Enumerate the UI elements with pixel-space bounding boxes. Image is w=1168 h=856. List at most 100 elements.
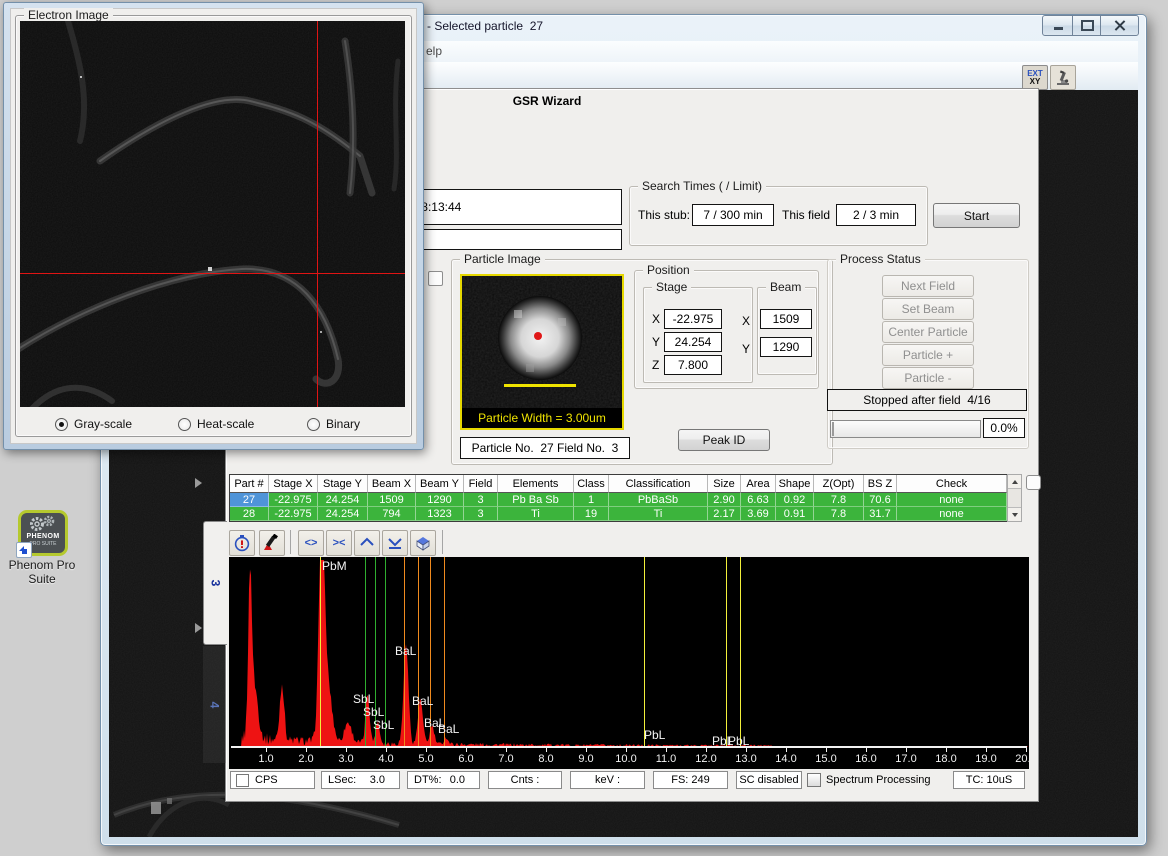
column-header[interactable]: Size <box>708 475 741 493</box>
beam-x-field: 1509 <box>760 309 812 329</box>
close-button[interactable] <box>1100 15 1139 36</box>
table-cell[interactable]: 7.8 <box>814 507 864 521</box>
table-cell[interactable]: 3.69 <box>741 507 776 521</box>
particle-table[interactable]: Part #Stage XStage YBeam XBeam YFieldEle… <box>229 474 1008 522</box>
expand-horizontal-button[interactable]: <> <box>298 530 324 556</box>
phenom-icon-subtext: PRO SUITE <box>30 541 57 547</box>
start-button[interactable]: Start <box>933 203 1020 228</box>
particle-image[interactable]: Particle Width = 3.00um <box>460 274 624 430</box>
table-cell[interactable]: 1509 <box>368 493 416 507</box>
reset-view-button[interactable] <box>410 530 436 556</box>
ext-xy-button[interactable]: EXT XY <box>1022 65 1048 90</box>
spectrum-processing-label: Spectrum Processing <box>826 774 931 786</box>
column-header[interactable]: Elements <box>498 475 574 493</box>
table-cell[interactable]: 28 <box>230 507 269 521</box>
compress-vertical-button[interactable] <box>382 530 408 556</box>
scroll-down-icon[interactable] <box>1008 507 1021 521</box>
radio-heat-scale[interactable]: Heat-scale <box>178 417 254 431</box>
particle-width-caption: Particle Width = 3.00um <box>462 408 622 428</box>
table-cell[interactable]: 2.90 <box>708 493 741 507</box>
scroll-up-icon[interactable] <box>1008 475 1021 489</box>
table-cell[interactable]: 1 <box>574 493 609 507</box>
table-cell[interactable]: Pb Ba Sb <box>498 493 574 507</box>
column-header[interactable]: Class <box>574 475 609 493</box>
process-button-next-field[interactable]: Next Field <box>882 275 974 297</box>
minimize-icon <box>1054 27 1063 30</box>
table-cell[interactable]: PbBaSb <box>609 493 708 507</box>
beam-y-value: 1290 <box>773 340 800 354</box>
expand-vertical-button[interactable] <box>354 530 380 556</box>
table-cell[interactable]: 1290 <box>416 493 464 507</box>
field-tab-3[interactable]: 3 <box>203 521 227 645</box>
clean-spectrum-button[interactable] <box>259 530 285 556</box>
column-header[interactable]: Shape <box>776 475 814 493</box>
status-segment: FS: 249 <box>653 771 728 789</box>
table-cell[interactable]: 1323 <box>416 507 464 521</box>
table-cell[interactable]: 3 <box>464 493 498 507</box>
table-cell[interactable]: 7.8 <box>814 493 864 507</box>
table-cell[interactable]: 2.17 <box>708 507 741 521</box>
peak-id-button[interactable]: Peak ID <box>678 429 770 451</box>
column-header[interactable]: Stage Y <box>318 475 368 493</box>
column-header[interactable]: Beam Y <box>416 475 464 493</box>
axis-tick-mark <box>786 748 787 752</box>
microscope-icon <box>1055 70 1071 86</box>
column-header[interactable]: Classification <box>609 475 708 493</box>
table-scrollbar[interactable] <box>1007 474 1022 522</box>
maximize-button[interactable] <box>1072 15 1102 36</box>
table-cell[interactable]: Ti <box>498 507 574 521</box>
process-button-center-particle[interactable]: Center Particle <box>882 321 974 343</box>
column-header[interactable]: BS Z <box>864 475 897 493</box>
radio-binary[interactable]: Binary <box>307 417 360 431</box>
table-cell[interactable]: 24.254 <box>318 493 368 507</box>
table-cell[interactable]: 24.254 <box>318 507 368 521</box>
particle-image-checkbox[interactable] <box>428 271 443 286</box>
table-cell[interactable]: 794 <box>368 507 416 521</box>
table-cell[interactable]: 3 <box>464 507 498 521</box>
table-option-checkbox[interactable] <box>1026 475 1041 490</box>
table-cell[interactable]: none <box>897 507 1007 521</box>
field-tab-4[interactable]: 4 <box>203 646 226 763</box>
tab-scroll-down-icon[interactable] <box>195 623 202 633</box>
axis-tick-mark <box>386 748 387 752</box>
table-cell[interactable]: 6.63 <box>741 493 776 507</box>
table-cell[interactable]: 0.91 <box>776 507 814 521</box>
column-header[interactable]: Beam X <box>368 475 416 493</box>
column-header[interactable]: Part # <box>230 475 269 493</box>
table-row[interactable]: 28-22.97524.25479413233Ti19Ti2.173.690.9… <box>230 507 1007 521</box>
table-cell[interactable]: -22.975 <box>269 507 318 521</box>
spectrum-processing-checkbox[interactable] <box>807 773 821 787</box>
column-header[interactable]: Z(Opt) <box>814 475 864 493</box>
cps-checkbox[interactable] <box>236 774 249 787</box>
spectrum-plot[interactable]: PbMSbLSbLSbLBaLBaLBaLBaLPbLPbLPbL 1.02.0… <box>229 557 1029 769</box>
reset-view-icon <box>414 534 432 552</box>
menu-help[interactable]: elp <box>426 44 442 58</box>
column-header[interactable]: Area <box>741 475 776 493</box>
timer-button[interactable] <box>229 530 255 556</box>
phenom-pro-suite-shortcut[interactable]: PHENOM PRO SUITE Phenom Pro Suite <box>2 508 82 594</box>
process-button-particle[interactable]: Particle - <box>882 367 974 389</box>
column-header[interactable]: Stage X <box>269 475 318 493</box>
table-cell[interactable]: 70.6 <box>864 493 897 507</box>
table-cell[interactable]: -22.975 <box>269 493 318 507</box>
process-button-particle[interactable]: Particle + <box>882 344 974 366</box>
compress-horizontal-button[interactable]: >< <box>326 530 352 556</box>
table-cell[interactable]: none <box>897 493 1007 507</box>
radio-gray-scale[interactable]: Gray-scale <box>55 417 132 431</box>
table-cell[interactable]: 31.7 <box>864 507 897 521</box>
process-button-set-beam[interactable]: Set Beam <box>882 298 974 320</box>
table-cell[interactable]: Ti <box>609 507 708 521</box>
axis-tick-label: 6.0 <box>449 753 483 765</box>
column-header[interactable]: Field <box>464 475 498 493</box>
table-cell[interactable]: 19 <box>574 507 609 521</box>
axis-tick-label: 10.0 <box>609 753 643 765</box>
table-cell[interactable]: 27 <box>230 493 269 507</box>
table-row[interactable]: 27-22.97524.254150912903Pb Ba Sb1PbBaSb2… <box>230 493 1007 507</box>
electron-image[interactable] <box>20 21 405 407</box>
minimize-button[interactable] <box>1042 15 1074 36</box>
tab-scroll-up-icon[interactable] <box>195 478 202 488</box>
microscope-button[interactable] <box>1050 65 1076 90</box>
table-cell[interactable]: 0.92 <box>776 493 814 507</box>
column-header[interactable]: Check <box>897 475 1007 493</box>
axis-tick-label: 11.0 <box>649 753 683 765</box>
